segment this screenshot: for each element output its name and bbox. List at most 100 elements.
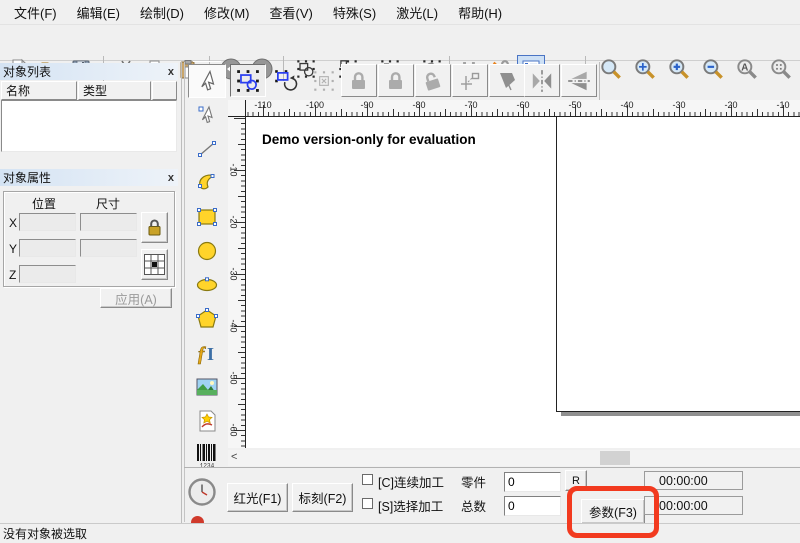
part-count-input[interactable] bbox=[504, 472, 561, 492]
y-size-field[interactable] bbox=[80, 239, 137, 257]
menu-item-edit[interactable]: 编辑(E) bbox=[67, 0, 130, 25]
object-list-panel-header: 对象列表 x bbox=[0, 63, 178, 80]
main-toolbar: H bbox=[0, 25, 800, 61]
z-position-field[interactable] bbox=[19, 265, 76, 283]
h-ruler-label: -80 bbox=[412, 100, 425, 110]
magnifier-plus-icon bbox=[666, 56, 692, 82]
h-ruler-label: -30 bbox=[672, 100, 685, 110]
menu-item-special[interactable]: 特殊(S) bbox=[323, 0, 386, 25]
fill-pen-button[interactable] bbox=[489, 64, 525, 97]
lock-button-1[interactable] bbox=[341, 64, 377, 97]
tool-node-edit[interactable] bbox=[188, 98, 226, 132]
x-position-field[interactable] bbox=[19, 213, 76, 231]
close-icon[interactable]: x bbox=[168, 172, 174, 184]
h-ruler-label: -110 bbox=[254, 100, 271, 110]
barcode-icon: 1234 bbox=[194, 441, 220, 469]
y-position-field[interactable] bbox=[19, 239, 76, 257]
anchor-grid-icon bbox=[144, 254, 165, 275]
total-count-input[interactable] bbox=[504, 496, 561, 516]
v-ruler-label: -20 bbox=[229, 215, 239, 228]
object-list-header-row: 名称 类型 bbox=[1, 81, 177, 100]
column-header-type[interactable]: 类型 bbox=[78, 81, 151, 100]
apply-button[interactable]: 应用(A) bbox=[100, 288, 172, 308]
red-light-button[interactable]: 红光(F1) bbox=[227, 483, 288, 512]
canvas-viewport[interactable]: Demo version-only for evaluation bbox=[246, 117, 800, 448]
menu-item-draw[interactable]: 绘制(D) bbox=[130, 0, 194, 25]
x-size-field[interactable] bbox=[80, 213, 137, 231]
zoom-selection-button[interactable] bbox=[765, 55, 797, 83]
array-button[interactable] bbox=[306, 64, 342, 97]
tool-line[interactable] bbox=[188, 132, 226, 166]
tool-bitmap[interactable] bbox=[188, 370, 226, 404]
h-ruler: -110-100-90-80-70-60-50-40-30-20-10 bbox=[246, 100, 800, 117]
object-props-title: 对象属性 bbox=[3, 169, 51, 186]
h-scrollbar[interactable]: < bbox=[228, 450, 800, 466]
object-props-group: 位置 尺寸 X Y Z bbox=[3, 191, 175, 287]
last-time-display: 00:00:00 bbox=[644, 496, 743, 515]
zoom-pan-button[interactable] bbox=[629, 55, 661, 83]
object-list-box[interactable] bbox=[1, 100, 177, 152]
tool-polygon[interactable] bbox=[188, 302, 226, 336]
zoom-all-button[interactable]: A bbox=[731, 55, 763, 83]
tool-rectangle[interactable] bbox=[188, 200, 226, 234]
mirror-vertical-button[interactable] bbox=[561, 64, 597, 97]
part-label: 零件 bbox=[461, 472, 486, 491]
ellipse-icon bbox=[194, 272, 220, 298]
aspect-lock-button[interactable] bbox=[141, 212, 168, 243]
zoom-in-button[interactable] bbox=[663, 55, 695, 83]
tool-vector-file[interactable] bbox=[188, 404, 226, 438]
panel-splitter[interactable] bbox=[181, 62, 182, 523]
v-ruler-label: -30 bbox=[229, 267, 239, 280]
object-props-panel-header: 对象属性 x bbox=[0, 169, 178, 186]
object-list-title: 对象列表 bbox=[3, 63, 51, 80]
draw-tool-palette: f I bbox=[184, 62, 228, 522]
x-label: X bbox=[9, 216, 19, 230]
menu-item-file[interactable]: 文件(F) bbox=[4, 0, 67, 25]
reset-count-button[interactable]: R bbox=[565, 470, 587, 491]
h-ruler-label: -100 bbox=[306, 100, 324, 110]
unlock-icon bbox=[421, 69, 445, 93]
tool-circle[interactable] bbox=[188, 234, 226, 268]
array-icon bbox=[311, 68, 337, 94]
menu-item-help[interactable]: 帮助(H) bbox=[448, 0, 512, 25]
menu-item-modify[interactable]: 修改(M) bbox=[194, 0, 260, 25]
menu-item-laser[interactable]: 激光(L) bbox=[386, 0, 448, 25]
total-time-display: 00:00:00 bbox=[644, 471, 743, 490]
tool-select[interactable] bbox=[188, 64, 226, 98]
polygon-icon bbox=[194, 306, 220, 332]
z-label: Z bbox=[9, 268, 19, 282]
select-arrow-icon bbox=[195, 69, 219, 93]
anchor-point-button[interactable] bbox=[141, 249, 168, 280]
h-scrollbar-thumb[interactable] bbox=[600, 451, 630, 465]
svg-text:A: A bbox=[741, 63, 748, 74]
transform-toolbar bbox=[228, 62, 600, 100]
tool-curve[interactable] bbox=[188, 166, 226, 200]
select-marking-checkbox[interactable] bbox=[362, 498, 373, 509]
param-button[interactable]: 参数(F3) bbox=[581, 499, 645, 524]
continuous-checkbox[interactable] bbox=[362, 474, 373, 485]
mirror-vertical-icon bbox=[566, 68, 592, 94]
transform-rotate-button[interactable] bbox=[268, 64, 304, 97]
lock-button-2[interactable] bbox=[378, 64, 414, 97]
mirror-horizontal-button[interactable] bbox=[524, 64, 560, 97]
column-header-blank[interactable] bbox=[152, 81, 177, 100]
magnifier-all-icon: A bbox=[734, 56, 760, 82]
line-icon bbox=[195, 137, 219, 161]
text-icon: f I bbox=[194, 340, 220, 366]
status-bar: 没有对象被选取 bbox=[0, 523, 800, 543]
move-to-origin-button[interactable] bbox=[452, 64, 488, 97]
scroll-left-arrow[interactable]: < bbox=[231, 451, 237, 463]
svg-text:I: I bbox=[207, 344, 214, 364]
tool-text[interactable]: f I bbox=[188, 336, 226, 370]
close-icon[interactable]: x bbox=[168, 66, 174, 78]
mark-button[interactable]: 标刻(F2) bbox=[292, 483, 353, 512]
lock-icon bbox=[146, 218, 163, 237]
magnifier-pan-icon bbox=[632, 56, 658, 82]
tool-ellipse[interactable] bbox=[188, 268, 226, 302]
zoom-out-button[interactable] bbox=[697, 55, 729, 83]
ruler-corner bbox=[228, 100, 246, 117]
lock-button-3[interactable] bbox=[415, 64, 451, 97]
column-header-name[interactable]: 名称 bbox=[1, 81, 77, 100]
transform-size-button[interactable] bbox=[230, 64, 266, 97]
menu-item-view[interactable]: 查看(V) bbox=[260, 0, 323, 25]
